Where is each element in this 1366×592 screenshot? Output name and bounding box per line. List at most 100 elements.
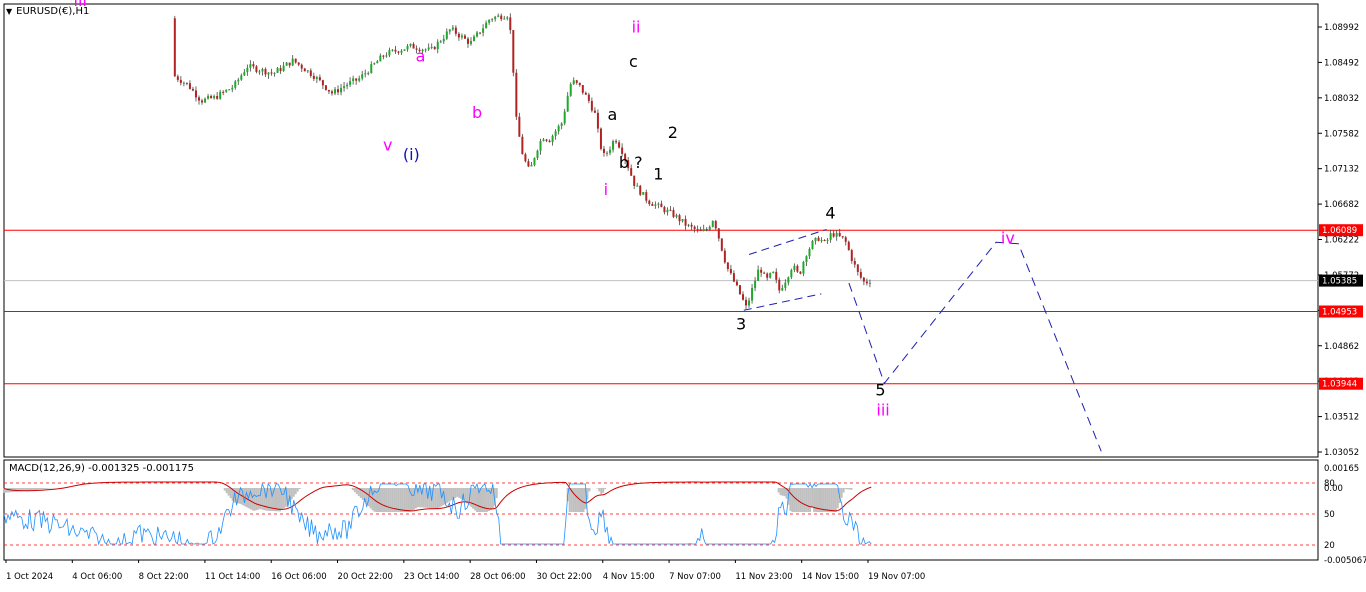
candle-body — [754, 280, 757, 289]
candle-body — [261, 68, 264, 72]
candle-body — [512, 30, 515, 73]
candle-body — [294, 58, 297, 63]
candle-body — [454, 27, 457, 34]
candle-body — [542, 139, 545, 142]
candle-body — [222, 91, 225, 93]
candle-body — [469, 41, 472, 44]
candle-body — [412, 43, 415, 49]
title-dropdown-icon[interactable]: ▼ — [6, 7, 12, 16]
time-tick-label: 11 Oct 14:00 — [205, 572, 260, 582]
candle-body — [521, 136, 524, 155]
candle-body — [397, 51, 400, 53]
candle-body — [503, 18, 506, 20]
candle-body — [388, 50, 391, 56]
candle-body — [536, 150, 539, 158]
candle-body — [249, 64, 252, 68]
time-tick-label: 28 Oct 06:00 — [470, 572, 525, 582]
candle-body — [690, 224, 693, 227]
wave-label: b ? — [619, 153, 643, 172]
candle-body — [194, 90, 197, 98]
candle-body — [735, 281, 738, 286]
candle-body — [237, 79, 240, 82]
candle-body — [820, 240, 823, 242]
candle-body — [252, 64, 255, 67]
candle-body — [850, 250, 853, 261]
candle-body — [787, 277, 790, 283]
candle-body — [427, 47, 430, 50]
time-tick-label: 1 Oct 2024 — [6, 572, 53, 582]
candle-body — [793, 265, 796, 270]
candle-body — [270, 72, 273, 74]
candle-body — [784, 282, 787, 288]
candle-body — [584, 92, 587, 95]
candle-body — [862, 277, 865, 282]
candle-body — [318, 77, 321, 81]
candle-body — [778, 279, 781, 291]
candle-body — [303, 68, 306, 72]
candle-body — [645, 192, 648, 201]
indicator-tick-label: 20 — [1324, 541, 1335, 551]
candle-body — [748, 300, 751, 306]
candle-body — [240, 75, 243, 80]
candle-body — [394, 49, 397, 52]
candle-body — [225, 89, 228, 92]
candle-body — [823, 240, 826, 242]
candle-body — [382, 55, 385, 57]
candle-body — [324, 85, 327, 90]
candle-body — [702, 229, 705, 231]
candle-body — [448, 29, 451, 32]
wave-label: (i) — [403, 145, 420, 164]
candle-body — [201, 100, 204, 103]
candle-body — [361, 74, 364, 79]
candle-body — [346, 84, 349, 87]
candle-body — [708, 226, 711, 230]
candle-body — [500, 15, 503, 20]
candle-body — [364, 73, 367, 75]
time-tick-label: 16 Oct 06:00 — [271, 572, 326, 582]
candle-body — [838, 232, 841, 237]
candle-body — [669, 209, 672, 211]
time-tick-label: 19 Nov 07:00 — [868, 572, 925, 582]
candle-body — [506, 17, 509, 19]
wave-label: 5 — [875, 380, 885, 399]
candle-body — [285, 62, 288, 66]
candle-body — [772, 271, 775, 273]
candle-body — [207, 95, 210, 99]
candle-body — [210, 95, 213, 99]
candle-body — [439, 41, 442, 43]
level-label: 1.04953 — [1322, 308, 1357, 318]
candle-body — [409, 43, 412, 46]
candle-body — [805, 256, 808, 263]
candle-body — [817, 237, 820, 241]
price-tick-label: 1.08032 — [1324, 94, 1359, 104]
candle-body — [572, 80, 575, 85]
chart-root: 1.08992 1.08492 1.08032 1.07582 1.07132 1.066… — [0, 0, 1366, 588]
candle-body — [197, 97, 200, 101]
candle-body — [333, 89, 336, 94]
candle-body — [327, 89, 330, 92]
candle-body — [859, 271, 862, 278]
candle-body — [657, 203, 660, 205]
time-tick-label: 23 Oct 14:00 — [404, 572, 459, 582]
wave-label: a — [416, 46, 426, 65]
candle-body — [400, 50, 403, 53]
candle-body — [442, 38, 445, 42]
candle-body — [352, 78, 355, 82]
candle-body — [482, 28, 485, 33]
candle-body — [751, 288, 754, 301]
candle-body — [548, 140, 551, 143]
candle-body — [832, 233, 835, 237]
time-tick-label: 11 Nov 23:00 — [735, 572, 792, 582]
price-tick-label: 1.08492 — [1324, 58, 1359, 68]
candle-body — [802, 262, 805, 274]
candle-body — [741, 294, 744, 300]
candle-body — [663, 207, 666, 213]
candle-body — [763, 272, 766, 274]
candle-body — [847, 241, 850, 251]
candle-body — [282, 65, 285, 71]
wave-label: c — [629, 52, 638, 71]
candle-body — [666, 209, 669, 213]
candle-body — [844, 237, 847, 242]
candle-body — [612, 141, 615, 150]
candle-body — [615, 141, 618, 143]
